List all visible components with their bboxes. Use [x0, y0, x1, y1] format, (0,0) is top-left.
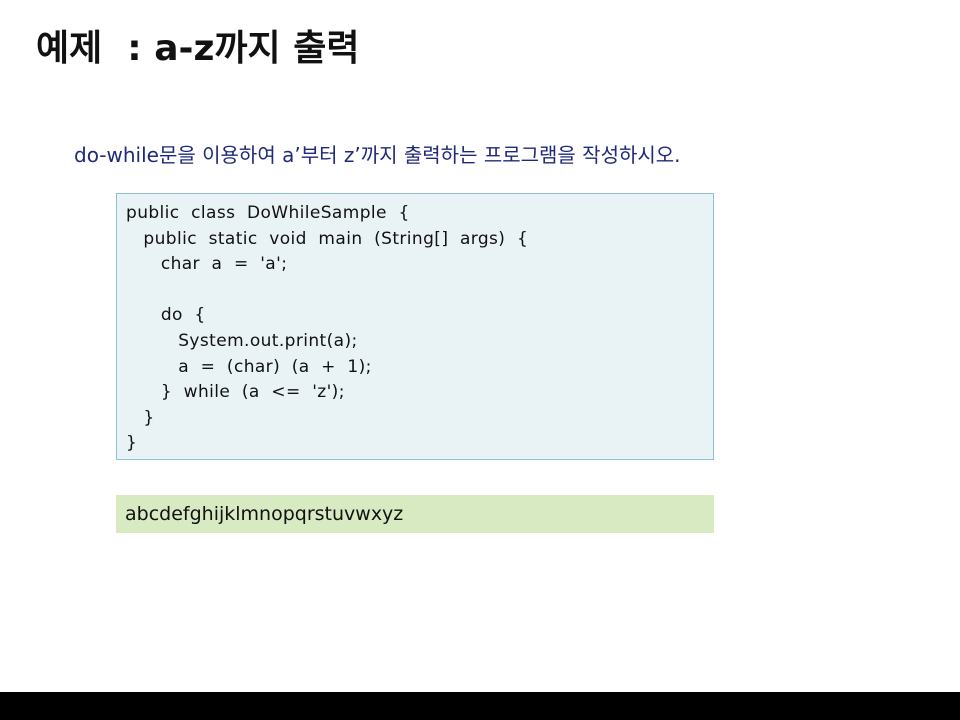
instruction-text: do-while문을 이용하여 a’부터 z’까지 출력하는 프로그램을 작성하…	[74, 143, 681, 167]
output-block: abcdefghijklmnopqrstuvwxyz	[116, 495, 714, 533]
code-line: do {	[126, 305, 206, 326]
code-line: }	[126, 433, 138, 454]
code-block: public class DoWhileSample { public stat…	[116, 193, 714, 460]
code-line: System.out.print(a);	[126, 330, 358, 351]
code-line: public static void main (String[] args) …	[126, 228, 529, 249]
slide-title: 예제 : a-z까지 출력	[36, 28, 360, 69]
output-text: abcdefghijklmnopqrstuvwxyz	[125, 503, 404, 525]
code-line: }	[126, 407, 155, 428]
code-line: } while (a <= 'z');	[126, 382, 345, 403]
slide-footer-bar	[0, 692, 960, 720]
code-line: public class DoWhileSample {	[126, 203, 410, 223]
code-line: char a = 'a';	[126, 254, 288, 275]
code-line: a = (char) (a + 1);	[126, 356, 372, 377]
